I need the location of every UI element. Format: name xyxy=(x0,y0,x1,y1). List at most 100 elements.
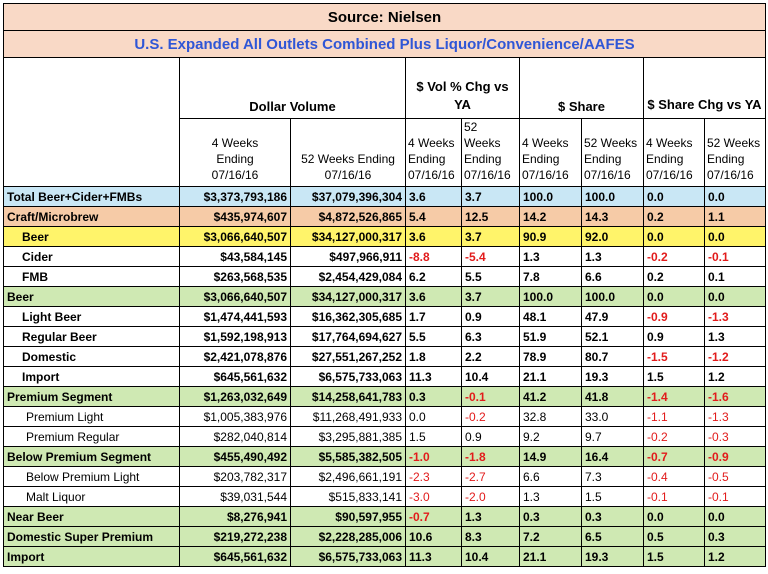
cell-vc4: 5.5 xyxy=(405,326,462,347)
cell-sh52: 100.0 xyxy=(581,186,644,207)
cell-sh4: 0.3 xyxy=(519,506,582,527)
cell-vc52: -2.7 xyxy=(461,466,520,487)
cell-dv4: $2,421,078,876 xyxy=(179,346,291,367)
cell-dv4: $39,031,544 xyxy=(179,486,291,507)
cell-sc4: -0.1 xyxy=(643,486,705,507)
cell-vc52: 3.7 xyxy=(461,186,520,207)
cell-vc52: 2.2 xyxy=(461,346,520,367)
cell-sh52: 7.3 xyxy=(581,466,644,487)
cell-dv52: $34,127,000,317 xyxy=(290,286,406,307)
cell-dv52: $6,575,733,063 xyxy=(290,366,406,387)
table-row: FMB $263,568,535 $2,454,429,084 6.2 5.5 7.8 6.… xyxy=(3,266,766,287)
cell-sc4: -0.2 xyxy=(643,426,705,447)
cell-sc4: -0.9 xyxy=(643,306,705,327)
col-dv-52wk: 52 Weeks Ending 07/16/16 xyxy=(290,118,406,187)
cell-dv52: $11,268,491,933 xyxy=(290,406,406,427)
cell-vc4: 11.3 xyxy=(405,366,462,387)
col-sc-4wk: 4 Weeks Ending 07/16/16 xyxy=(643,118,705,187)
cell-sh4: 1.3 xyxy=(519,246,582,267)
row-label: Import xyxy=(3,366,180,387)
cell-vc4: 10.6 xyxy=(405,526,462,547)
cell-vc52: -0.2 xyxy=(461,406,520,427)
cell-dv52: $4,872,526,865 xyxy=(290,206,406,227)
cell-sh52: 0.3 xyxy=(581,506,644,527)
cell-sh52: 6.6 xyxy=(581,266,644,287)
cell-sc52: -0.1 xyxy=(704,246,766,267)
cell-vc4: 1.5 xyxy=(405,426,462,447)
table-row: Domestic $2,421,078,876 $27,551,267,252 1.8… xyxy=(3,346,766,367)
cell-sh52: 100.0 xyxy=(581,286,644,307)
cell-sh4: 14.9 xyxy=(519,446,582,467)
cell-sc52: -1.6 xyxy=(704,386,766,407)
cell-dv52: $5,585,382,505 xyxy=(290,446,406,467)
row-label: Near Beer xyxy=(3,506,180,527)
cell-dv52: $2,496,661,191 xyxy=(290,466,406,487)
table-row: Malt Liquor $39,031,544 $515,833,141 -3.0 -2… xyxy=(3,486,766,507)
cell-vc52: 10.4 xyxy=(461,366,520,387)
cell-sc52: 1.2 xyxy=(704,366,766,387)
cell-sh4: 7.2 xyxy=(519,526,582,547)
col-vc-4wk: 4 Weeks Ending 07/16/16 xyxy=(405,118,462,187)
row-label: Premium Light xyxy=(3,406,180,427)
cell-sc4: -0.4 xyxy=(643,466,705,487)
cell-dv52: $27,551,267,252 xyxy=(290,346,406,367)
table-row: Cider $43,584,145 $497,966,911 -8.8 -5.4 1.3 1… xyxy=(3,246,766,267)
cell-dv52: $37,079,396,304 xyxy=(290,186,406,207)
cell-dv4: $645,561,632 xyxy=(179,546,291,567)
cell-vc4: 6.2 xyxy=(405,266,462,287)
cell-vc52: 5.5 xyxy=(461,266,520,287)
cell-dv52: $17,764,694,627 xyxy=(290,326,406,347)
col-sh-4wk: 4 Weeks Ending 07/16/16 xyxy=(519,118,582,187)
cell-dv52: $3,295,881,385 xyxy=(290,426,406,447)
cell-dv52: $90,597,955 xyxy=(290,506,406,527)
cell-sc52: 0.3 xyxy=(704,526,766,547)
table-row: Domestic Super Premium $219,272,238 $2,228… xyxy=(3,526,766,547)
row-label: Cider xyxy=(3,246,180,267)
cell-vc4: -0.7 xyxy=(405,506,462,527)
cell-sc4: -1.4 xyxy=(643,386,705,407)
cell-vc4: 1.8 xyxy=(405,346,462,367)
cell-dv52: $515,833,141 xyxy=(290,486,406,507)
table-row: Premium Light $1,005,383,976 $11,268,491,9… xyxy=(3,406,766,427)
cell-sh4: 78.9 xyxy=(519,346,582,367)
cell-sh4: 21.1 xyxy=(519,366,582,387)
row-label: Import xyxy=(3,546,180,567)
table-row: Beer $3,066,640,507 $34,127,000,317 3.6 3.7 1… xyxy=(3,286,766,307)
cell-sc4: 1.5 xyxy=(643,546,705,567)
cell-sc4: 0.9 xyxy=(643,326,705,347)
cell-vc52: 0.9 xyxy=(461,426,520,447)
col-vc-52wk: 52 Weeks Ending 07/16/16 xyxy=(461,118,520,187)
row-label: Regular Beer xyxy=(3,326,180,347)
share-header: $ Share xyxy=(519,57,644,119)
cell-vc52: 10.4 xyxy=(461,546,520,567)
cell-sc4: -0.7 xyxy=(643,446,705,467)
cell-sh4: 100.0 xyxy=(519,186,582,207)
cell-dv52: $16,362,305,685 xyxy=(290,306,406,327)
cell-sc52: 0.0 xyxy=(704,226,766,247)
cell-vc4: 5.4 xyxy=(405,206,462,227)
cell-dv4: $282,040,814 xyxy=(179,426,291,447)
cell-sh4: 41.2 xyxy=(519,386,582,407)
table-row: Premium Segment $1,263,032,649 $14,258,641… xyxy=(3,386,766,407)
cell-dv52: $2,228,285,006 xyxy=(290,526,406,547)
table-row: Below Premium Light $203,782,317 $2,496,66… xyxy=(3,466,766,487)
table-row: Premium Regular $282,040,814 $3,295,881,38… xyxy=(3,426,766,447)
cell-vc52: 0.9 xyxy=(461,306,520,327)
cell-dv4: $435,974,607 xyxy=(179,206,291,227)
row-label: Below Premium Segment xyxy=(3,446,180,467)
cell-sh52: 41.8 xyxy=(581,386,644,407)
cell-sc52: -0.9 xyxy=(704,446,766,467)
cell-vc52: 3.7 xyxy=(461,226,520,247)
cell-sh4: 32.8 xyxy=(519,406,582,427)
cell-vc4: 3.6 xyxy=(405,226,462,247)
cell-vc4: 0.3 xyxy=(405,386,462,407)
row-label: Premium Segment xyxy=(3,386,180,407)
cell-sc52: 1.1 xyxy=(704,206,766,227)
cell-sh52: 1.5 xyxy=(581,486,644,507)
cell-sh52: 80.7 xyxy=(581,346,644,367)
cell-sh4: 9.2 xyxy=(519,426,582,447)
cell-sc4: 0.2 xyxy=(643,266,705,287)
cell-dv4: $203,782,317 xyxy=(179,466,291,487)
nielsen-table-container: Source: Nielsen U.S. Expanded All Outlet… xyxy=(3,3,766,567)
cell-sc52: -1.3 xyxy=(704,306,766,327)
